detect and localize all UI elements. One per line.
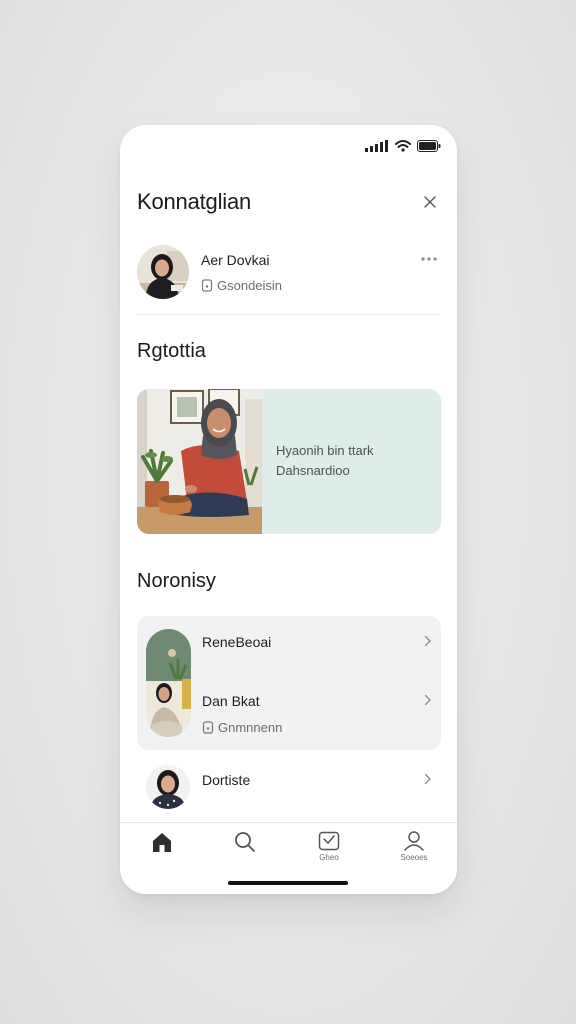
list-item-subtitle-text: Gnmnnenn [218, 720, 283, 735]
profile-name: Aer Dovkai [201, 252, 270, 268]
chevron-right-icon[interactable] [421, 634, 435, 648]
battery-icon [417, 140, 441, 152]
avatar [137, 245, 189, 299]
signal-icon [365, 140, 388, 152]
profile-icon [404, 831, 424, 851]
avatar [146, 765, 190, 809]
chevron-right-icon[interactable] [421, 772, 435, 786]
tab-home[interactable] [132, 831, 192, 871]
group-card: ReneBeoai Dan Bkat Gnmnnenn [137, 616, 441, 750]
tab-search[interactable] [215, 831, 275, 871]
featured-text: Hyaonih bin ttark Dahsnardioo [276, 441, 374, 481]
section-title-list: Noronisy [137, 570, 216, 592]
tab-label-messages: Gheo [319, 853, 339, 862]
profile-subtitle: Gsondeisin [201, 278, 282, 293]
lock-icon [202, 721, 214, 734]
list-item[interactable]: Dortiste [137, 765, 441, 821]
wifi-icon [395, 140, 411, 152]
featured-text-line1: Hyaonih bin ttark [276, 443, 374, 458]
search-icon [235, 832, 255, 852]
list-item-title-2[interactable]: Dan Bkat [202, 693, 260, 709]
tab-label-profile: Soeoes [400, 853, 428, 862]
message-icon [318, 831, 340, 851]
profile-subtitle-text: Gsondeisin [217, 278, 283, 293]
page-title: Konnatglian [137, 189, 252, 214]
header: Konnatglian [137, 187, 440, 217]
home-icon [153, 833, 171, 852]
close-icon [424, 196, 436, 208]
more-icon [421, 257, 437, 261]
list-item-title-3: Dortiste [202, 772, 251, 788]
lock-icon [201, 279, 213, 292]
list-item-title-1[interactable]: ReneBeoai [202, 634, 271, 650]
divider [137, 314, 440, 315]
close-button[interactable] [420, 192, 440, 212]
phone-frame: Konnatglian Aer Dovkai Gsondeisin Rgtott… [120, 125, 457, 894]
profile-row[interactable]: Aer Dovkai Gsondeisin [137, 245, 440, 301]
featured-card[interactable]: Hyaonih bin ttark Dahsnardioo [137, 389, 441, 534]
home-indicator [228, 881, 348, 885]
tab-profile[interactable]: Soeoes [384, 831, 444, 871]
tab-messages[interactable]: Gheo [299, 831, 359, 871]
status-bar [365, 138, 441, 154]
section-title-featured: Rgtottia [137, 340, 206, 362]
list-item-subtitle-2: Gnmnnenn [202, 720, 282, 735]
group-photo [146, 629, 191, 737]
chevron-right-icon[interactable] [421, 693, 435, 707]
more-button[interactable] [418, 251, 440, 267]
featured-text-line2: Dahsnardioo [276, 463, 350, 478]
featured-photo [137, 389, 262, 534]
